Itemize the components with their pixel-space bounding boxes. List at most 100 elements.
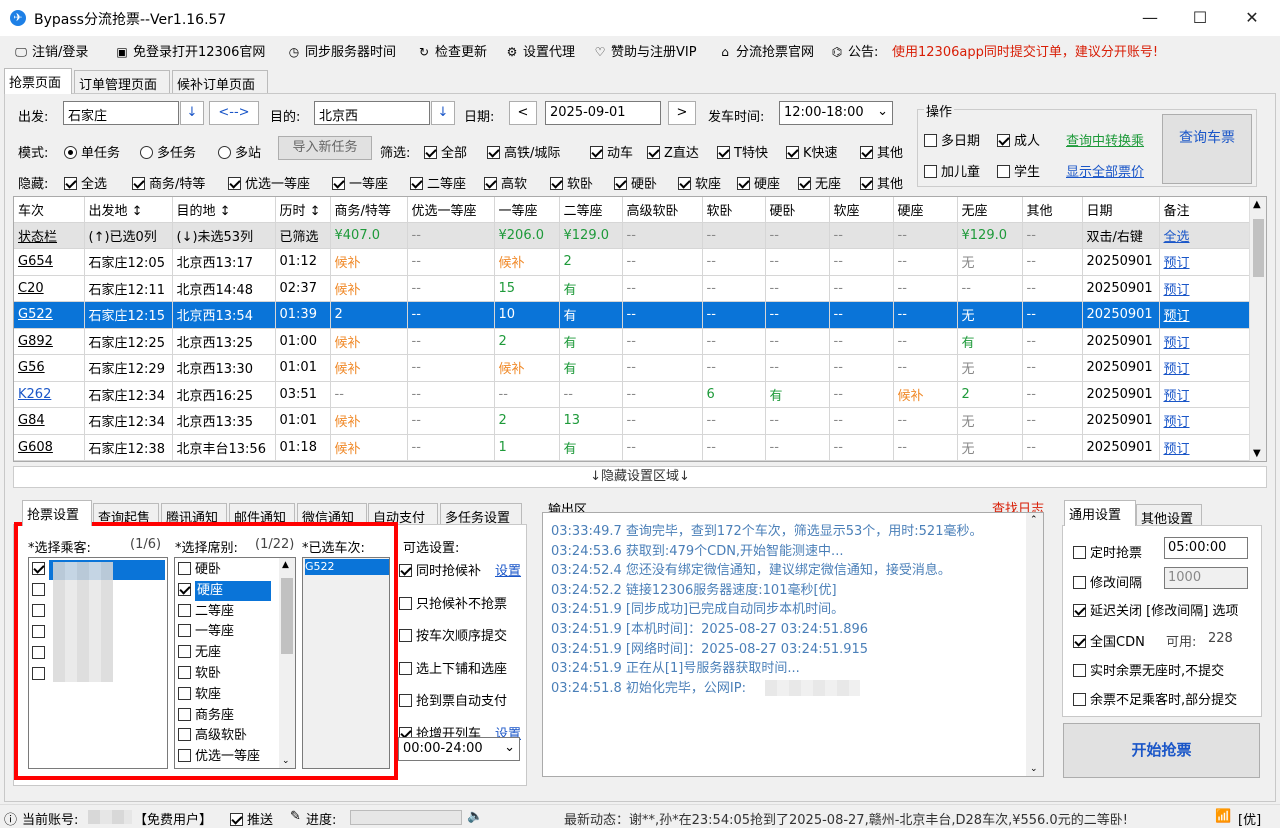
to-dropdown-button[interactable]: ↓ [431, 101, 455, 125]
mode-station-radio[interactable]: 多站 [218, 142, 261, 161]
column-header[interactable]: 目的地 ↕ [172, 197, 276, 223]
start-grab-button[interactable]: 开始抢票 [1063, 723, 1260, 778]
column-header[interactable]: 日期 [1082, 197, 1160, 223]
book-link[interactable]: 预订 [1159, 407, 1251, 435]
to-input[interactable]: 北京西 [314, 101, 430, 125]
option-settings-link[interactable]: 设置 [495, 560, 521, 579]
column-header[interactable]: 出发地 ↕ [84, 197, 173, 223]
import-task-button[interactable]: 导入新任务 [278, 136, 372, 160]
book-link[interactable]: 预订 [1159, 301, 1251, 329]
timed-grab-checkbox[interactable]: 定时抢票 [1073, 542, 1142, 561]
log-scrollbar[interactable]: ⌃ ⌄ [1026, 513, 1043, 776]
hide-checkbox[interactable]: 软座 [678, 173, 721, 192]
menu-official-site[interactable]: ⌂ 分流抢票官网 [718, 41, 814, 60]
table-row[interactable]: G608 石家庄12:38 北京丰台13:56 01:18 候补 -- 1 有 -- -- -- --… [14, 434, 1251, 461]
menu-notice[interactable]: ⌬ 公告: [830, 41, 879, 60]
maximize-button[interactable]: ☐ [1174, 0, 1226, 36]
column-header[interactable]: 备注 [1159, 197, 1251, 223]
hide-checkbox[interactable]: 优选一等座 [228, 173, 310, 192]
scroll-up-icon[interactable]: ▲ [1253, 199, 1261, 210]
column-header[interactable]: 商务/特等 [330, 197, 408, 223]
column-header[interactable]: 无座 [957, 197, 1023, 223]
scroll-down-icon[interactable]: ⌄ [1030, 764, 1038, 774]
table-row[interactable]: G892 石家庄12:25 北京西13:25 01:00 候补 -- 2 有 -- -- -- -- -… [14, 328, 1251, 355]
menu-login[interactable]: 🖵 注销/登录 [14, 41, 88, 60]
column-header[interactable]: 优选一等座 [407, 197, 495, 223]
filter-checkbox[interactable]: 动车 [590, 142, 633, 161]
column-header[interactable]: 软卧 [702, 197, 766, 223]
hidden-area-toggle[interactable]: ↓隐藏设置区域↓ [13, 466, 1267, 488]
next-date-button[interactable]: > [668, 101, 696, 125]
close-button[interactable]: ✕ [1226, 0, 1278, 36]
menu-proxy[interactable]: ⚙ 设置代理 [505, 41, 575, 60]
from-dropdown-button[interactable]: ↓ [180, 101, 204, 125]
tab-waitlist[interactable]: 候补订单页面 [172, 70, 268, 94]
table-row[interactable]: G654 石家庄12:05 北京西13:17 01:12 候补 -- 候补 2 -- -- -- --… [14, 248, 1251, 276]
filter-checkbox[interactable]: Z直达 [647, 142, 699, 161]
hide-checkbox[interactable]: 其他 [860, 173, 903, 192]
filter-checkbox[interactable]: 其他 [860, 142, 903, 161]
table-row[interactable]: K262 石家庄12:34 北京西16:25 03:51 -- -- -- -- -- 6 有 -- 候… [14, 381, 1251, 408]
tab-general-settings[interactable]: 通用设置 [1064, 500, 1136, 526]
column-header[interactable]: 硬座 [893, 197, 958, 223]
filter-checkbox[interactable]: 高铁/城际 [487, 142, 560, 161]
transfer-link[interactable]: 查询中转换乘 [1066, 130, 1144, 149]
hide-checkbox[interactable]: 无座 [798, 173, 841, 192]
column-header[interactable]: 硬卧 [765, 197, 830, 223]
filter-checkbox[interactable]: 全部 [424, 142, 467, 161]
hide-checkbox[interactable]: 全选 [64, 173, 107, 192]
hide-checkbox[interactable]: 高软 [484, 173, 527, 192]
train-number[interactable]: G522 [14, 301, 85, 329]
option-checkbox[interactable]: 选上下铺和选座 [399, 658, 507, 677]
train-number[interactable]: G56 [14, 354, 85, 382]
menu-open-12306[interactable]: ▣ 免登录打开12306官网 [115, 41, 265, 60]
column-header[interactable]: 高级软卧 [622, 197, 703, 223]
hide-checkbox[interactable]: 二等座 [410, 173, 466, 192]
filter-checkbox[interactable]: T特快 [717, 142, 768, 161]
hide-checkbox[interactable]: 软卧 [550, 173, 593, 192]
column-header[interactable]: 软座 [829, 197, 894, 223]
column-header[interactable]: 车次 [14, 197, 85, 223]
table-row[interactable]: G84 石家庄12:34 北京西13:35 01:01 候补 -- 2 13 -- -- -- -- -… [14, 407, 1251, 435]
option-checkbox[interactable]: 同时抢候补 [399, 560, 481, 579]
push-checkbox[interactable]: 推送 [230, 809, 273, 828]
hide-checkbox[interactable]: 硬座 [737, 173, 780, 192]
column-header[interactable]: 二等座 [559, 197, 623, 223]
column-header[interactable]: 一等座 [494, 197, 560, 223]
tab-grab[interactable]: 抢票页面 [4, 68, 72, 94]
settings-tab[interactable]: 抢票设置 [22, 500, 92, 526]
minimize-button[interactable]: — [1124, 0, 1176, 36]
time-select[interactable]: 12:00-18:00 ⌄ [779, 101, 893, 125]
student-checkbox[interactable]: 学生 [997, 161, 1040, 180]
table-row[interactable]: G56 石家庄12:29 北京西13:30 01:01 候补 -- 候补有 -- -- -- -- -… [14, 354, 1251, 382]
mode-multi-radio[interactable]: 多任务 [140, 142, 196, 161]
all-price-link[interactable]: 显示全部票价 [1066, 161, 1144, 180]
table-row[interactable]: C20 石家庄12:11 北京西14:48 02:37 候补 -- 15 有 -- -- -- -- -… [14, 275, 1251, 302]
scroll-up-icon[interactable]: ⌃ [1030, 515, 1038, 525]
no-seat-skip-checkbox[interactable]: 实时余票无座时,不提交 [1073, 660, 1224, 679]
interval-checkbox[interactable]: 修改间隔 [1073, 572, 1142, 591]
tab-orders[interactable]: 订单管理页面 [74, 70, 170, 94]
scroll-thumb[interactable] [1253, 219, 1264, 277]
swap-button[interactable]: <--> [209, 101, 259, 125]
table-row[interactable]: G522 石家庄12:15 北京西13:54 01:39 2 -- 10 有 -- -- -- -- -… [14, 301, 1251, 329]
train-number[interactable]: K262 [14, 381, 85, 408]
cdn-checkbox[interactable]: 全国CDN [1073, 631, 1145, 650]
filter-checkbox[interactable]: K快速 [786, 142, 838, 161]
option-checkbox[interactable]: 按车次顺序提交 [399, 625, 507, 644]
menu-sponsor[interactable]: ♡ 赞助与注册VIP [593, 41, 697, 60]
query-button[interactable]: 查询车票 [1162, 114, 1252, 184]
date-input[interactable]: 2025-09-01 [545, 101, 661, 125]
book-link[interactable]: 预订 [1159, 381, 1251, 408]
prev-date-button[interactable]: < [509, 101, 537, 125]
train-number[interactable]: G608 [14, 434, 85, 461]
mode-single-radio[interactable]: 单任务 [64, 142, 120, 161]
option-checkbox[interactable]: 抢到票自动支付 [399, 690, 507, 709]
child-checkbox[interactable]: 加儿童 [924, 161, 980, 180]
multi-day-checkbox[interactable]: 多日期 [924, 130, 980, 149]
delay-close-checkbox[interactable]: 延迟关闭 [修改间隔] 选项 [1073, 600, 1238, 619]
menu-check-update[interactable]: ↻ 检查更新 [417, 41, 487, 60]
interval-input[interactable]: 1000 [1164, 567, 1248, 589]
partial-submit-checkbox[interactable]: 余票不足乘客时,部分提交 [1073, 689, 1237, 708]
time-range-select[interactable]: 00:00-24:00 ⌄ [398, 737, 520, 761]
